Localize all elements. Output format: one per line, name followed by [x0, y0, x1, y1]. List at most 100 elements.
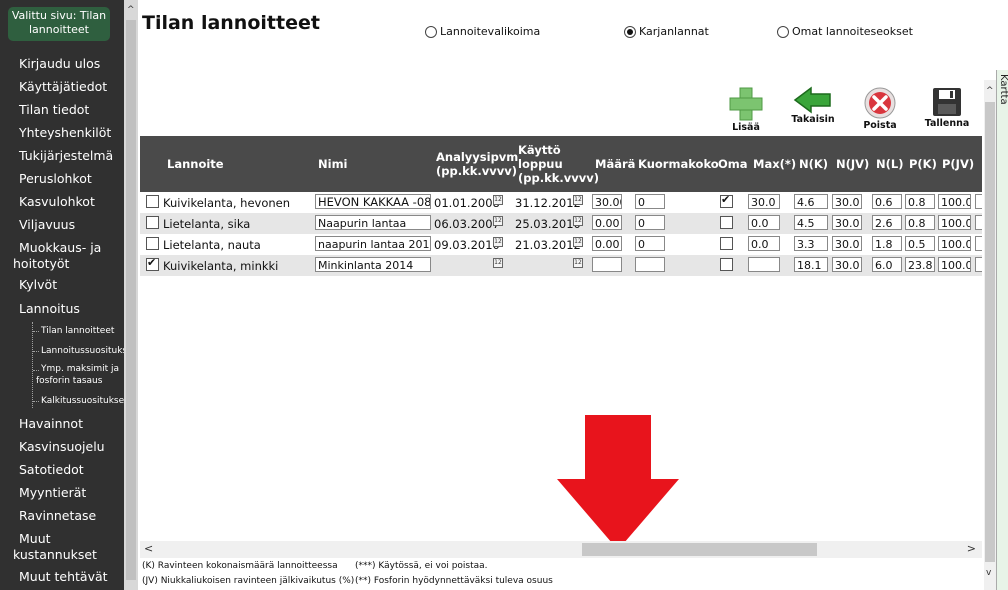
sidebar-subitem-lannoitussuositukset[interactable]: Lannoitussuositukset [41, 345, 124, 357]
row-select-checkbox[interactable] [146, 195, 159, 208]
calendar-icon[interactable]: 12 [493, 195, 503, 205]
radio-omat-lannoiteseokset[interactable]: Omat lannoiteseokset [777, 25, 913, 38]
map-side-tab[interactable]: Kartta [996, 70, 1008, 590]
sidebar-item-kylvot[interactable]: Kylvöt [19, 277, 57, 293]
oma-checkbox[interactable] [720, 193, 733, 208]
kuormakoko-input[interactable]: 0 [635, 215, 665, 230]
sidebar-item-muokkaus[interactable]: Muokkaus- ja hoitotyöt [13, 240, 113, 272]
pjv-input[interactable]: 100.0 [938, 194, 971, 209]
kuormakoko-input[interactable]: 0 [635, 236, 665, 251]
sidebar-subitem-ymp-maksimit[interactable]: Ymp. maksimit ja fosforin tasaus [36, 363, 124, 387]
sidebar-item-yhteyshenkilot[interactable]: Yhteyshenkilöt [19, 125, 111, 141]
nimi-input[interactable]: Naapurin lantaa [315, 215, 431, 230]
sidebar-item-havainnot[interactable]: Havainnot [19, 416, 83, 432]
calendar-icon[interactable]: 12 [573, 237, 583, 247]
njv-input[interactable]: 30.0 [832, 215, 862, 230]
sidebar-item-lannoitus[interactable]: Lannoitus [19, 301, 80, 317]
next-column-input[interactable] [975, 215, 982, 230]
sidebar-item-ravinnetase[interactable]: Ravinnetase [19, 508, 96, 524]
nimi-input[interactable]: naapurin lantaa 2010 [315, 236, 431, 251]
maara-input[interactable]: 30.00 [592, 194, 622, 209]
header-njv[interactable]: N(JV) [836, 157, 869, 171]
nl-input[interactable]: 6.0 [872, 257, 902, 272]
nl-input[interactable]: 0.6 [872, 194, 902, 209]
kuormakoko-input[interactable]: 0 [635, 194, 665, 209]
sidebar-item-viljavuus[interactable]: Viljavuus [19, 217, 75, 233]
row-select-checkbox[interactable] [146, 237, 159, 250]
max-input[interactable]: 0.0 [748, 236, 780, 251]
nl-input[interactable]: 1.8 [872, 236, 902, 251]
max-input[interactable]: 30.0 [748, 194, 780, 209]
horizontal-scroll-thumb[interactable] [582, 543, 817, 556]
pk-input[interactable]: 0.5 [905, 236, 935, 251]
njv-input[interactable]: 30.0 [832, 257, 862, 272]
row-select-checkbox[interactable] [146, 216, 159, 229]
header-kuormakoko[interactable]: Kuormakoko [638, 157, 719, 171]
sidebar-scrollbar[interactable]: ^ [124, 0, 138, 590]
maara-input[interactable]: 0.00 [592, 236, 622, 251]
maara-input[interactable] [592, 257, 622, 272]
sidebar-item-satotiedot[interactable]: Satotiedot [19, 462, 84, 478]
pjv-input[interactable]: 100.0 [938, 215, 971, 230]
save-button[interactable]: Tallenna [924, 86, 970, 129]
maara-input[interactable]: 0.00 [592, 215, 622, 230]
vertical-scroll-thumb[interactable] [985, 102, 995, 562]
nimi-input[interactable]: HEVON KAKKAA -08 [315, 194, 431, 209]
radio-karjanlannat[interactable]: Karjanlannat [624, 25, 709, 38]
add-button[interactable]: Lisää [724, 86, 768, 133]
pjv-input[interactable]: 100.0 [938, 257, 971, 272]
calendar-icon[interactable]: 12 [493, 216, 503, 226]
header-maara[interactable]: Määrä [595, 157, 635, 171]
sidebar-item-muut-kustannukset[interactable]: Muut kustannukset [13, 531, 113, 563]
sidebar-item-kasvulohkot[interactable]: Kasvulohkot [19, 194, 95, 210]
max-input[interactable] [748, 257, 780, 272]
header-analyysipvm[interactable]: Analyysipvm [436, 150, 518, 164]
nk-input[interactable]: 4.6 [794, 194, 828, 209]
header-oma[interactable]: Oma [718, 157, 748, 171]
scroll-down-icon[interactable]: v [986, 568, 991, 578]
sidebar-item-kayttajatiedot[interactable]: Käyttäjätiedot [19, 79, 107, 95]
scroll-right-icon[interactable]: > [967, 542, 976, 555]
delete-button[interactable]: Poista [858, 86, 902, 131]
sidebar-item-kirjaudu-ulos[interactable]: Kirjaudu ulos [19, 56, 100, 72]
scroll-up-icon[interactable]: ^ [127, 5, 135, 15]
sidebar-subitem-tilan-lannoitteet[interactable]: Tilan lannoitteet [41, 325, 114, 337]
sidebar-item-tukijarjestelma[interactable]: Tukijärjestelmä [19, 148, 113, 164]
oma-checkbox[interactable] [720, 216, 733, 229]
back-button[interactable]: Takaisin [790, 86, 836, 125]
sidebar-item-peruslohkot[interactable]: Peruslohkot [19, 171, 92, 187]
nk-input[interactable]: 4.5 [794, 215, 828, 230]
header-nimi[interactable]: Nimi [318, 157, 348, 171]
calendar-icon[interactable]: 12 [573, 216, 583, 226]
row-select-checkbox[interactable] [146, 256, 159, 271]
pjv-input[interactable]: 100.0 [938, 236, 971, 251]
table-horizontal-scrollbar[interactable]: < > [140, 541, 982, 558]
pk-input[interactable]: 23.8 [905, 257, 935, 272]
header-pk[interactable]: P(K) [909, 157, 937, 171]
scroll-left-icon[interactable]: < [144, 542, 153, 555]
header-max[interactable]: Max(*) [753, 157, 796, 171]
radio-circle-icon[interactable] [624, 25, 636, 38]
scroll-up-icon[interactable]: ^ [986, 86, 994, 96]
calendar-icon[interactable]: 12 [493, 237, 503, 247]
sidebar-scroll-thumb[interactable] [126, 20, 136, 580]
sidebar-item-myyntierat[interactable]: Myyntierät [19, 485, 86, 501]
kuormakoko-input[interactable] [635, 257, 665, 272]
header-pjv[interactable]: P(JV) [942, 157, 974, 171]
header-lannoite[interactable]: Lannoite [167, 157, 224, 171]
header-kaytto[interactable]: Käyttö [518, 143, 561, 157]
max-input[interactable]: 0.0 [748, 215, 780, 230]
oma-checkbox[interactable] [720, 237, 733, 250]
nk-input[interactable]: 18.1 [794, 257, 828, 272]
page-vertical-scrollbar[interactable]: ^ v [984, 80, 996, 590]
calendar-icon[interactable]: 12 [573, 195, 583, 205]
nk-input[interactable]: 3.3 [794, 236, 828, 251]
radio-circle-icon[interactable] [425, 25, 437, 38]
sidebar-item-tilan-tiedot[interactable]: Tilan tiedot [19, 102, 89, 118]
header-nk[interactable]: N(K) [799, 157, 828, 171]
calendar-icon[interactable]: 12 [493, 258, 503, 268]
next-column-input[interactable] [975, 257, 982, 272]
next-column-input[interactable] [975, 236, 982, 251]
radio-circle-icon[interactable] [777, 25, 789, 38]
next-column-input[interactable] [975, 194, 982, 209]
